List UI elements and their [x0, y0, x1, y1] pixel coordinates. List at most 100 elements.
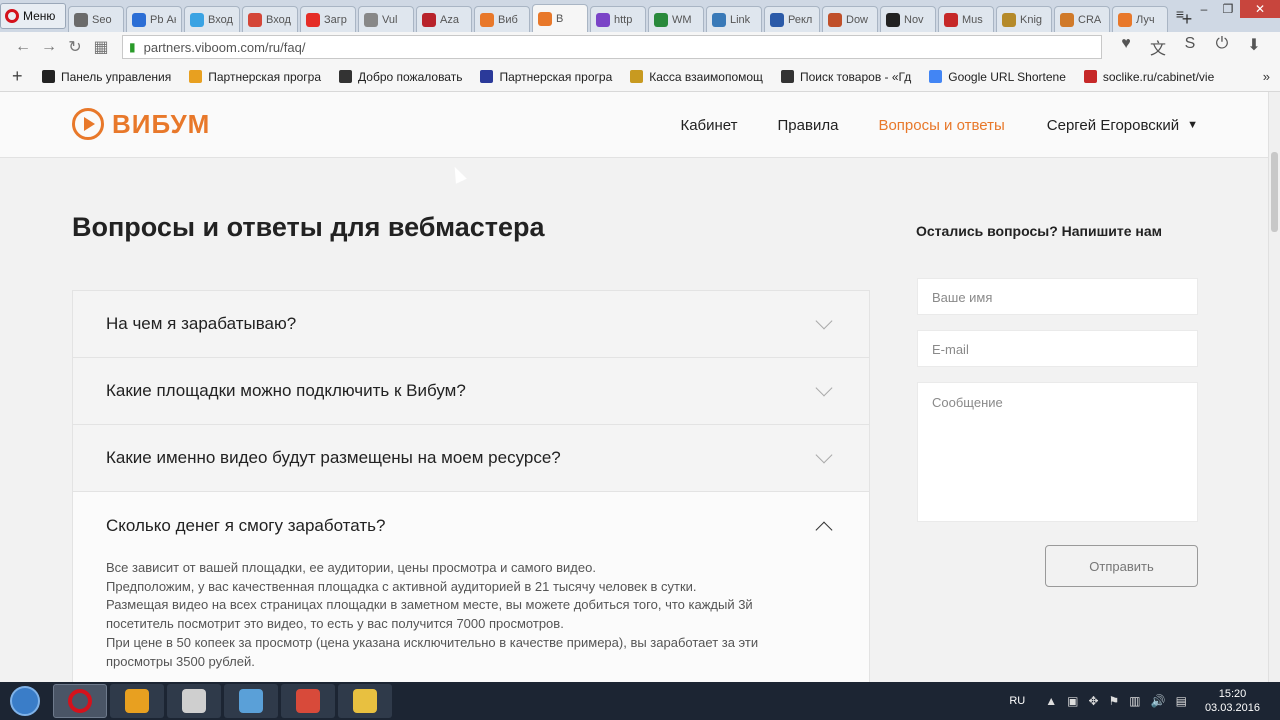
maximize-icon[interactable]: ❐	[1216, 0, 1240, 18]
language-indicator[interactable]: RU	[1009, 695, 1025, 707]
bookmark-item[interactable]: Партнерская програ	[189, 70, 321, 84]
taskbar-app-ghost[interactable]	[167, 684, 221, 718]
download-icon[interactable]: ⬇	[1238, 35, 1270, 59]
bookmark-item[interactable]: soclike.ru/cabinet/vie	[1083, 69, 1215, 84]
tab-favicon-icon	[944, 12, 958, 27]
bookmark-item[interactable]: Поиск товаров - «Гд	[780, 70, 911, 84]
tray-flag-icon[interactable]: ⚑	[1109, 694, 1120, 708]
browser-tab[interactable]: WM	[648, 6, 704, 32]
tab-favicon-icon	[364, 12, 378, 27]
nav-link[interactable]: Кабинет	[680, 117, 737, 134]
browser-tab[interactable]: Pb Акк	[126, 6, 182, 32]
browser-tab[interactable]: Knig	[996, 6, 1052, 32]
browser-tab[interactable]: Nov	[880, 6, 936, 32]
reload-icon[interactable]: ↻	[62, 37, 88, 57]
tab-favicon-icon	[596, 12, 610, 27]
tray-network-icon[interactable]: ▥	[1129, 694, 1140, 708]
taskbar-app-money[interactable]	[110, 684, 164, 718]
extension-icon[interactable]: S	[1174, 35, 1206, 59]
tab-favicon-icon	[1002, 12, 1016, 27]
browser-menu-button[interactable]: Меню	[0, 3, 66, 29]
volume-icon[interactable]: 🔊	[1151, 694, 1166, 708]
start-button[interactable]	[0, 682, 50, 720]
bookmark-label: soclike.ru/cabinet/vie	[1102, 69, 1215, 84]
tray-app-icon[interactable]: ▣	[1067, 694, 1078, 708]
add-bookmark-icon[interactable]: +	[12, 66, 42, 87]
message-textarea[interactable]: Сообщение	[917, 382, 1198, 522]
bookmark-label: Панель управления	[61, 69, 172, 84]
email-input[interactable]: E-mail	[917, 330, 1198, 367]
bookmark-label: Добро пожаловать	[358, 69, 463, 84]
chevron-down-icon[interactable]	[815, 312, 833, 330]
browser-tab[interactable]: Vul	[358, 6, 414, 32]
more-bookmarks-icon[interactable]: »	[1263, 69, 1270, 84]
faq-question[interactable]: Какие площадки можно подключить к Вибум?	[73, 358, 869, 425]
browser-tab[interactable]: CRA	[1054, 6, 1110, 32]
taskbar-app-opera[interactable]	[53, 684, 107, 718]
tab-label: CRA	[1078, 13, 1102, 26]
chevron-down-icon[interactable]	[815, 446, 833, 464]
faq-question[interactable]: Сколько денег я смогу заработать?	[73, 492, 869, 559]
bookmark-item[interactable]: Добро пожаловать	[339, 70, 462, 84]
opera-icon	[68, 689, 92, 713]
clock[interactable]: 15:20 03.03.2016	[1205, 687, 1260, 715]
browser-tab[interactable]: Mus	[938, 6, 994, 32]
taskbar-app-paint[interactable]	[281, 684, 335, 718]
back-icon[interactable]: ←	[10, 38, 36, 56]
browser-tab[interactable]: Aza	[416, 6, 472, 32]
faq-answer-line: При цене в 50 копеек за просмотр (цена у…	[106, 634, 759, 650]
scrollbar-thumb[interactable]	[1271, 152, 1278, 232]
tray-network-app-icon[interactable]: ✥	[1088, 694, 1098, 708]
power-icon[interactable]: ⏻	[1206, 35, 1238, 59]
tab-favicon-icon	[306, 12, 320, 27]
chevron-down-icon[interactable]	[815, 379, 833, 397]
bookmark-item[interactable]: Касса взаимопомощ	[630, 70, 763, 84]
tray-lang-icon[interactable]: ▤	[1176, 694, 1187, 708]
chevron-up-icon[interactable]	[815, 521, 833, 538]
page-scrollbar[interactable]	[1268, 92, 1280, 682]
browser-tab[interactable]: Виб	[474, 6, 530, 32]
forward-icon[interactable]: →	[36, 38, 62, 56]
nav-link[interactable]: Правила	[778, 117, 839, 134]
bookmark-item[interactable]: Google URL Shortene	[929, 70, 1066, 84]
browser-tab[interactable]: Рекл	[764, 6, 820, 32]
browser-tab[interactable]: Dow	[822, 6, 878, 32]
faq-question[interactable]: На чем я зарабатываю?	[73, 291, 869, 358]
bookmark-item[interactable]: Партнерская програ	[480, 70, 612, 84]
browser-tab[interactable]: Загр	[300, 6, 356, 32]
tab-menu-icon[interactable]: ≡	[1176, 6, 1184, 22]
viboom-logo[interactable]: ВИБУМ	[72, 108, 210, 140]
browser-tab[interactable]: Вход	[242, 6, 298, 32]
url-input[interactable]: ▮ partners.viboom.com/ru/faq/	[122, 35, 1102, 59]
user-menu[interactable]: Сергей Егоровский ▼	[1047, 117, 1198, 134]
browser-tab[interactable]: http	[590, 6, 646, 32]
browser-tab[interactable]: В	[532, 4, 588, 32]
browser-tab[interactable]: Вход	[184, 6, 240, 32]
close-window-icon[interactable]: ✕	[1240, 0, 1280, 18]
speed-dial-icon[interactable]: ▦	[88, 37, 114, 57]
name-input[interactable]: Ваше имя	[917, 278, 1198, 315]
browser-tab[interactable]: Link	[706, 6, 762, 32]
faq-question-text: Какие именно видео будут размещены на мо…	[106, 448, 561, 467]
tab-label: Pb Акк	[150, 13, 176, 26]
notes-icon	[239, 689, 263, 713]
tab-label: Виб	[498, 13, 518, 26]
minimize-icon[interactable]: –	[1192, 0, 1216, 18]
tab-favicon-icon	[422, 12, 436, 27]
browser-tab[interactable]: Луч	[1112, 6, 1168, 32]
send-button[interactable]: Отправить	[1045, 545, 1198, 587]
browser-tab[interactable]: Seo	[68, 6, 124, 32]
system-tray: RU ▲ ▣ ✥ ⚑ ▥ 🔊 ▤ 15:20 03.03.2016	[1009, 682, 1260, 720]
tray-arrow-icon[interactable]: ▲	[1045, 694, 1057, 708]
paint-icon	[296, 689, 320, 713]
nav-link[interactable]: Вопросы и ответы	[878, 117, 1004, 134]
bookmark-item[interactable]: Панель управления	[42, 70, 171, 84]
faq-question[interactable]: Какие именно видео будут размещены на мо…	[73, 425, 869, 492]
taskbar-app-notes[interactable]	[224, 684, 278, 718]
heart-icon[interactable]: ♥	[1110, 35, 1142, 59]
faq-answer-line: Все зависит от вашей площадки, ее аудито…	[106, 560, 596, 575]
tab-favicon-icon	[248, 12, 262, 27]
web-page: ВИБУМ Кабинет Правила Вопросы и ответы Серг…	[0, 92, 1268, 682]
taskbar-app-folder[interactable]	[338, 684, 392, 718]
translate-icon[interactable]: 文	[1142, 35, 1174, 59]
